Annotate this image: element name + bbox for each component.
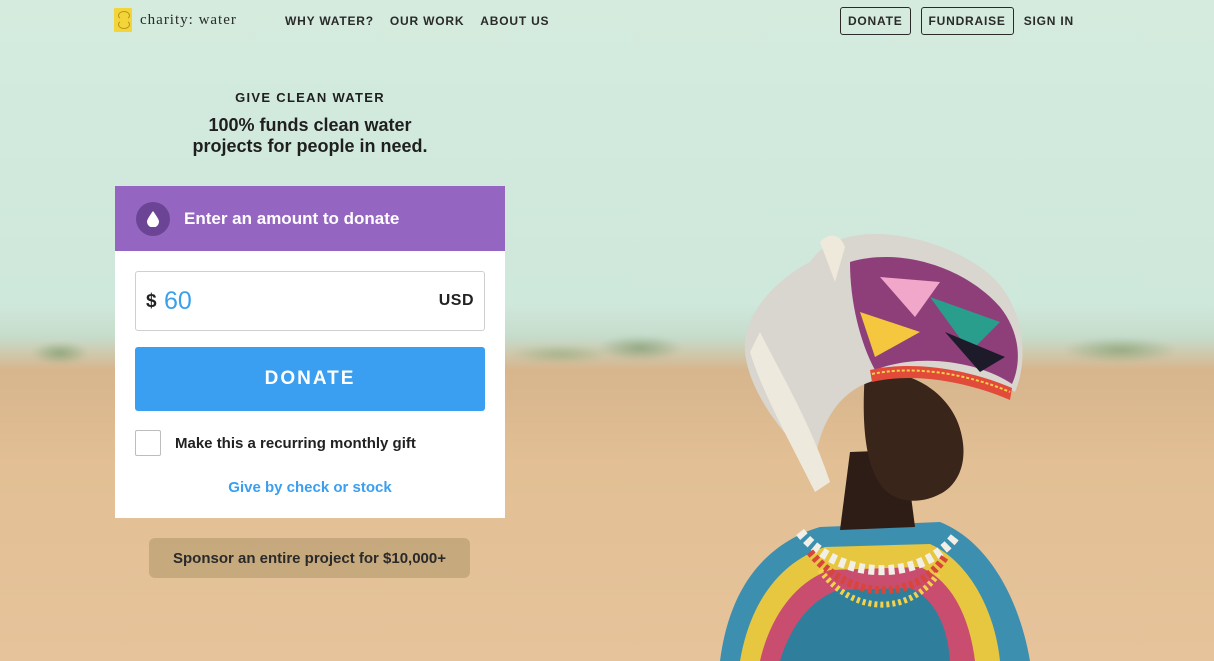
recurring-label: Make this a recurring monthly gift <box>175 434 416 452</box>
donate-card-header: Enter an amount to donate <box>115 186 505 251</box>
hero-eyebrow: GIVE CLEAN WATER <box>235 90 385 105</box>
donate-button[interactable]: DONATE <box>135 347 485 411</box>
currency-code: USD <box>438 292 474 309</box>
hero-headline: 100% funds clean water projects for peop… <box>115 115 505 157</box>
logo[interactable]: charity: water <box>114 8 237 32</box>
donate-card-title: Enter an amount to donate <box>184 208 400 228</box>
currency-symbol: $ <box>146 291 157 312</box>
nav-donate-button[interactable]: DONATE <box>839 7 911 35</box>
water-drop-icon <box>136 201 170 236</box>
nav-link-why-water[interactable]: WHY WATER? <box>285 14 374 28</box>
amount-input[interactable] <box>164 284 394 318</box>
nav-fundraise-button[interactable]: FUNDRAISE <box>920 7 1014 35</box>
nav-link-our-work[interactable]: OUR WORK <box>390 14 464 28</box>
sponsor-project-button[interactable]: Sponsor an entire project for $10,000+ <box>149 538 470 578</box>
amount-field[interactable]: $ USD <box>135 271 485 331</box>
recurring-gift-option[interactable]: Make this a recurring monthly gift <box>135 430 416 456</box>
hero-headline-line-2: projects for people in need. <box>192 136 428 156</box>
donate-card: Enter an amount to donate $ USD DONATE M… <box>115 186 505 518</box>
top-nav: charity: water WHY WATER? OUR WORK ABOUT… <box>0 0 1214 42</box>
nav-actions: DONATE FUNDRAISE SIGN IN <box>839 7 1074 35</box>
hero-headline-line-1: 100% funds clean water <box>208 115 412 135</box>
nav-link-about-us[interactable]: ABOUT US <box>480 14 549 28</box>
hero-photo-figure <box>720 234 1030 661</box>
jerrycan-logo-icon <box>114 8 132 32</box>
nav-signin-link[interactable]: SIGN IN <box>1024 14 1074 28</box>
nav-links: WHY WATER? OUR WORK ABOUT US <box>285 14 549 28</box>
check-or-stock-link[interactable]: Give by check or stock <box>115 479 505 496</box>
recurring-checkbox[interactable] <box>135 430 161 456</box>
logo-text: charity: water <box>140 11 237 28</box>
